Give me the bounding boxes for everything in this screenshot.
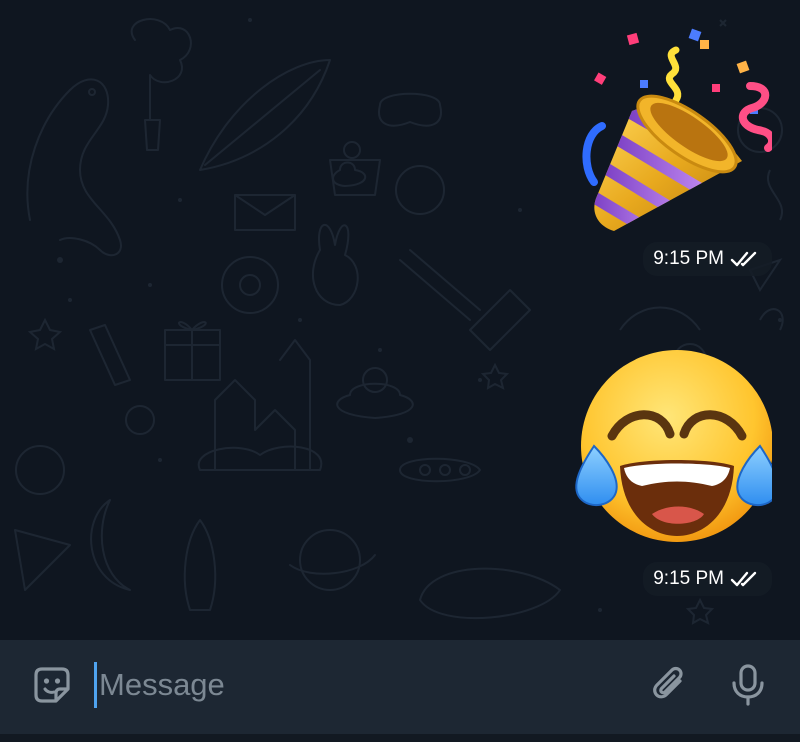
sticker-message[interactable]: 9:15 PM [572,346,772,596]
chat-screen: 9:15 PM 9:15 PM Message [0,0,800,742]
bottom-strip [0,734,800,742]
message-time-text: 9:15 PM [653,568,724,589]
party-popper-sticker [582,28,772,231]
voice-message-button[interactable] [720,657,776,713]
message-composer: Message [0,640,800,742]
read-double-check-icon [730,571,757,587]
message-input[interactable]: Message [94,657,642,713]
paperclip-icon [653,666,683,699]
microphone-icon [732,664,764,706]
tears-of-joy-sticker [575,350,772,542]
sticker-button[interactable] [24,657,80,713]
sticker-message[interactable]: 9:15 PM [572,26,772,276]
message-placeholder: Message [99,667,225,702]
attach-button[interactable] [642,657,698,713]
text-caret [94,662,97,708]
sticker-icon [34,667,70,703]
read-double-check-icon [730,251,757,267]
message-time-text: 9:15 PM [653,248,724,269]
message-time: 9:15 PM [643,562,772,596]
message-time: 9:15 PM [643,242,772,276]
chat-area[interactable]: 9:15 PM 9:15 PM [0,0,800,640]
